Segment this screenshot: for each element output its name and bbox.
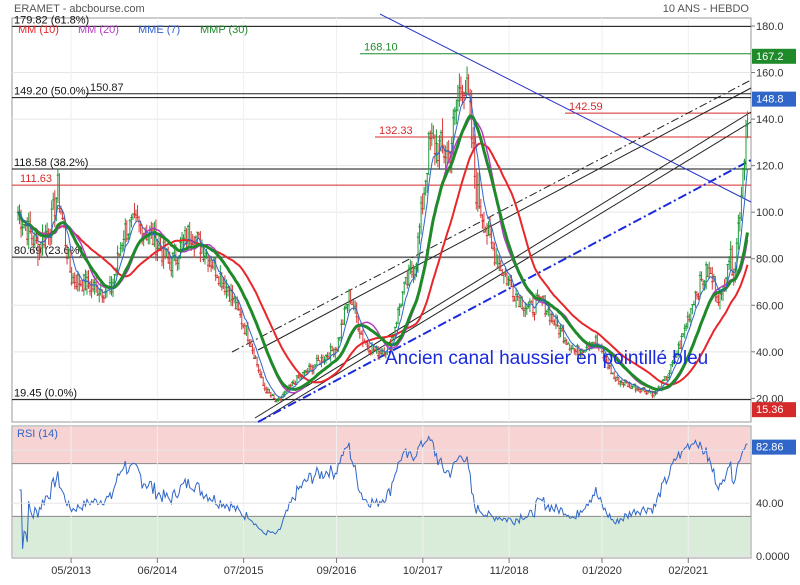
price-badge-label: 15.36	[756, 404, 784, 416]
rsi-overbought-zone	[13, 427, 750, 464]
legend-mm10: MM (10)	[18, 24, 59, 36]
x-tick-label: 10/2017	[403, 565, 443, 577]
x-tick-label: 11/2018	[490, 565, 529, 577]
level-label: 142.59	[569, 101, 603, 113]
level-label: 132.33	[379, 125, 413, 137]
x-tick-label: 09/2016	[317, 565, 357, 577]
rsi-tick-label: 0.0000	[756, 551, 790, 563]
level-label: 168.10	[364, 42, 398, 54]
x-tick-label: 07/2015	[224, 565, 264, 577]
price-badge-label: 167.2	[756, 51, 784, 63]
level-label: 111.63	[20, 173, 52, 185]
price-tick-label: 180.0	[756, 21, 784, 33]
price-tick-label: 80.00	[756, 254, 784, 266]
x-tick-label: 01/2020	[582, 565, 622, 577]
date-axis: 05/2013 06/2014 07/2015 09/2016 10/2017 11/20…	[12, 557, 751, 577]
rsi-badge-label: 82.86	[756, 442, 784, 454]
price-badges: 167.2 148.8 15.36	[752, 48, 796, 418]
legend-mme7: MME (7)	[138, 24, 180, 36]
price-tick-label: 140.0	[756, 114, 784, 126]
price-tick-label: 120.0	[756, 161, 784, 173]
chart-period: 10 ANS - HEBDO	[663, 3, 750, 15]
price-tick-label: 160.0	[756, 68, 784, 80]
chart-title: ERAMET - abcbourse.com	[14, 3, 145, 15]
fib-label: 149.20 (50.0%)	[14, 86, 89, 98]
rsi-title: RSI (14)	[17, 428, 58, 440]
legend-mmp30: MMP (30)	[200, 24, 248, 36]
price-badge-label: 148.8	[756, 94, 784, 106]
level-label: 150.87	[90, 82, 124, 94]
price-tick-label: 100.0	[756, 207, 784, 219]
legend-mm20: MM (20)	[78, 24, 119, 36]
x-tick-label: 05/2013	[51, 565, 91, 577]
chart-stage: 179.82 (61.8%) 149.20 (50.0%) 118.58 (38.2…	[0, 0, 800, 580]
rsi-oversold-zone	[13, 516, 750, 557]
rsi-tick-label: 40.00	[756, 498, 784, 510]
x-tick-label: 06/2014	[137, 565, 177, 577]
fib-label: 118.58 (38.2%)	[14, 157, 88, 169]
price-tick-label: 60.00	[756, 300, 784, 312]
x-tick-label: 02/2021	[668, 565, 708, 577]
fib-label: 19.45 (0.0%)	[14, 388, 77, 400]
price-axis: 20.0040.0060.0080.00100.0120.0140.0160.0…	[751, 21, 784, 405]
fib-label: 80.69 (23.6%)	[14, 245, 83, 257]
price-chart: 179.82 (61.8%)149.20 (50.0%)118.58 (38.2…	[11, 3, 796, 577]
price-tick-label: 40.00	[756, 347, 784, 359]
channel-annotation: Ancien canal haussier en pointillé bleu	[385, 348, 708, 369]
